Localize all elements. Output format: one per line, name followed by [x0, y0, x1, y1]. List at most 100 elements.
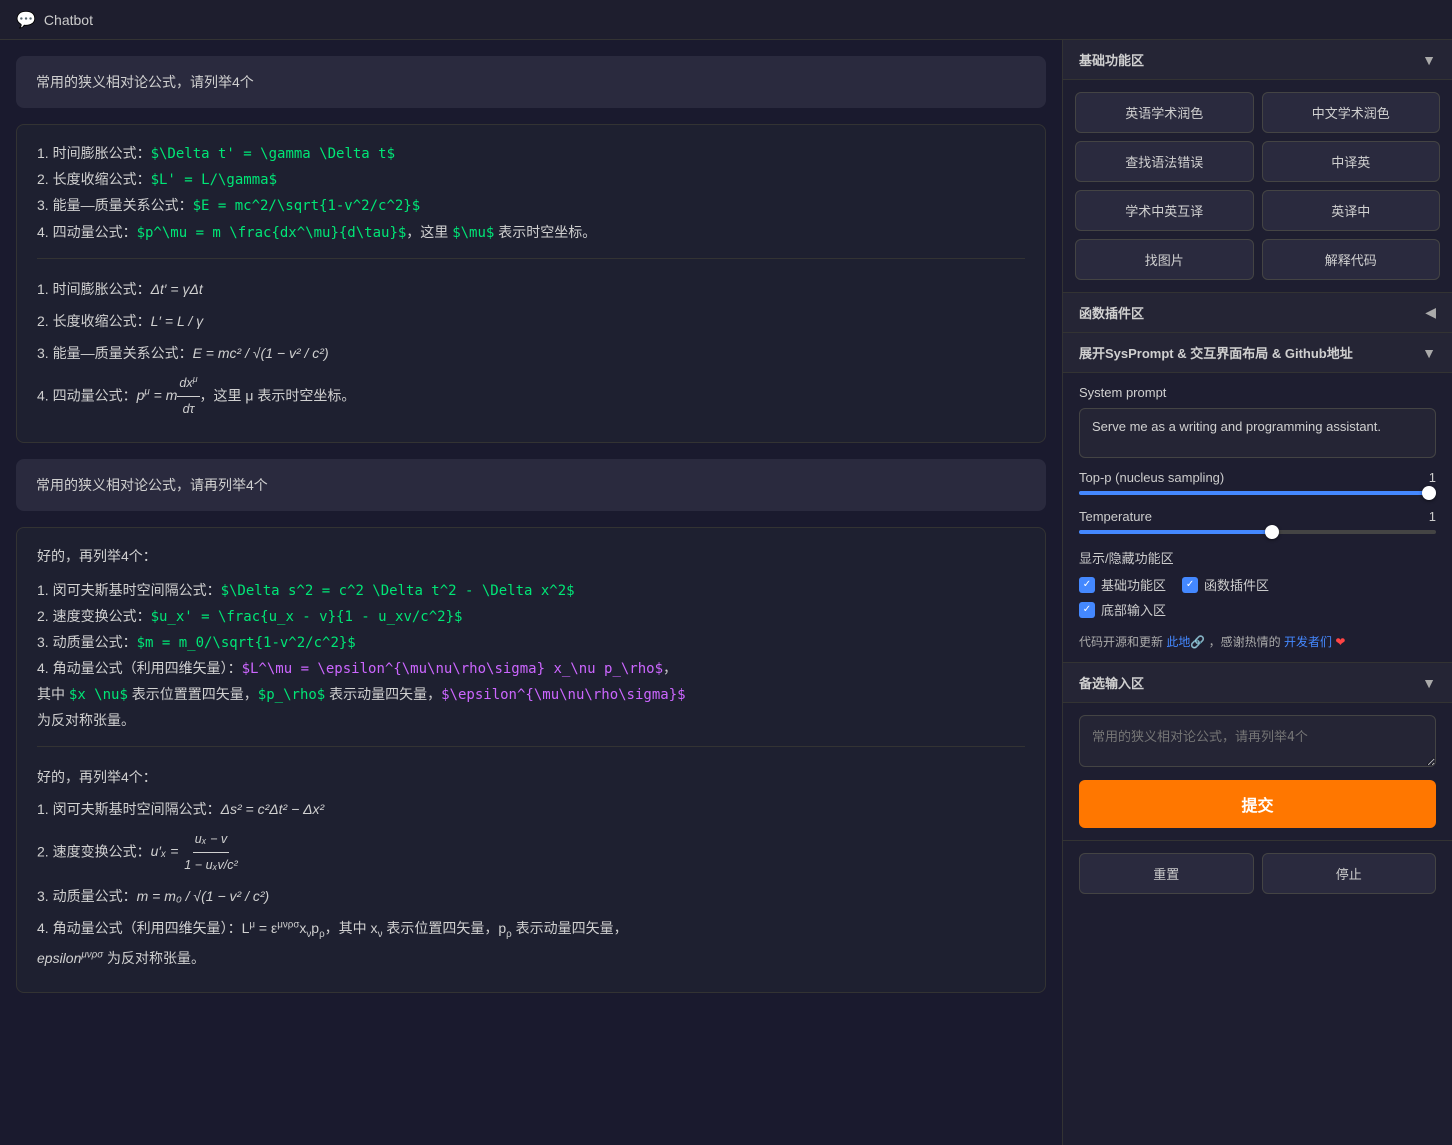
formula-green-1: $\Delta t' = \gamma \Delta t$	[151, 146, 395, 162]
footer-links: 代码开源和更新 此地🔗 ，感谢热情的 开发者们 ❤	[1079, 625, 1436, 650]
top-p-param-row: Top-p (nucleus sampling) 1	[1079, 470, 1436, 485]
btn-en-to-zh[interactable]: 英译中	[1262, 190, 1441, 231]
raw-formulas-block-1: 1. 时间膨胀公式：$\Delta t' = \gamma \Delta t$ …	[37, 141, 1025, 246]
formula-line-6: 2. 速度变换公式：$u_x' = \frac{u_x - v}{1 - u_x…	[37, 604, 1025, 630]
user-message-2-text: 常用的狭义相对论公式，请再列举4个	[36, 477, 268, 493]
checkbox-plugin-box: ✓	[1182, 577, 1198, 593]
checkbox-plugin-label: 函数插件区	[1204, 575, 1269, 594]
btn-academic-trans[interactable]: 学术中英互译	[1075, 190, 1254, 231]
basic-section-title: 基础功能区	[1079, 50, 1144, 69]
checkbox-bottom-label: 底部输入区	[1101, 600, 1166, 619]
alt-input-content: 提交	[1063, 703, 1452, 841]
btn-english-polish[interactable]: 英语学术润色	[1075, 92, 1254, 133]
reset-button[interactable]: 重置	[1079, 853, 1254, 894]
sysprompt-section-header[interactable]: 展开SysPrompt & 交互界面布局 & Github地址 ▼	[1063, 333, 1452, 373]
right-panel: 基础功能区 ▼ 英语学术润色 中文学术润色 查找语法错误 中译英 学术中英互译 …	[1062, 40, 1452, 1145]
app-title: Chatbot	[44, 12, 93, 28]
formula-green-10: $p_\rho$	[258, 687, 325, 703]
main-layout: 常用的狭义相对论公式，请列举4个 1. 时间膨胀公式：$\Delta t' = …	[0, 40, 1452, 1145]
sysprompt-section-content: System prompt Serve me as a writing and …	[1063, 373, 1452, 663]
user-message-1: 常用的狭义相对论公式，请列举4个	[16, 56, 1046, 108]
rendered-1: 1. 时间膨胀公式：Δt′ = γΔt	[37, 275, 1025, 303]
top-p-track	[1079, 491, 1436, 495]
chat-icon: 💬	[16, 10, 36, 30]
footer-devs[interactable]: 开发者们	[1284, 635, 1332, 649]
checkbox-basic[interactable]: ✓ 基础功能区	[1079, 575, 1166, 594]
formula-green-7: $u_x' = \frac{u_x - v}{1 - u_xv/c^2}$	[151, 609, 463, 625]
formula-line-4: 4. 四动量公式：$p^\mu = m \frac{dx^\mu}{d\tau}…	[37, 220, 1025, 246]
alt-input-section-header[interactable]: 备选输入区 ▼	[1063, 663, 1452, 703]
btn-zh-to-en[interactable]: 中译英	[1262, 141, 1441, 182]
top-p-value: 1	[1416, 470, 1436, 485]
checkbox-row-1: ✓ 基础功能区 ✓ 函数插件区	[1079, 575, 1436, 594]
temp-value: 1	[1416, 509, 1436, 524]
top-bar: 💬 Chatbot	[0, 0, 1452, 40]
rendered-block-2: 好的，再列举4个： 1. 闵可夫斯基时空间隔公式：Δs² = c²Δt² − Δ…	[37, 746, 1025, 973]
temp-slider[interactable]	[1079, 530, 1436, 534]
user-message-1-text: 常用的狭义相对论公式，请列举4个	[36, 74, 254, 90]
formula-line-8: 4. 角动量公式（利用四维矢量）：$L^\mu = \epsilon^{\mu\…	[37, 656, 1025, 734]
btn-explain-code[interactable]: 解释代码	[1262, 239, 1441, 280]
footer-text: 代码开源和更新	[1079, 635, 1163, 649]
bottom-buttons: 重置 停止	[1063, 841, 1452, 906]
temp-label: Temperature	[1079, 509, 1152, 524]
alt-input-textarea[interactable]	[1079, 715, 1436, 767]
plugin-section-header[interactable]: 函数插件区 ◀	[1063, 293, 1452, 333]
heart-icon: ❤	[1335, 635, 1345, 649]
show-hide-label: 显示/隐藏功能区	[1079, 548, 1436, 567]
temp-param-row: Temperature 1	[1079, 509, 1436, 524]
basic-section-arrow: ▼	[1422, 52, 1436, 68]
rendered-6: 1. 闵可夫斯基时空间隔公式：Δs² = c²Δt² − Δx²	[37, 795, 1025, 823]
assistant-message-2: 好的，再列举4个： 1. 闵可夫斯基时空间隔公式：$\Delta s^2 = c…	[16, 527, 1046, 993]
formula-line-2: 2. 长度收缩公式：$L' = L/\gamma$	[37, 167, 1025, 193]
top-p-slider[interactable]	[1079, 491, 1436, 495]
basic-section-content: 英语学术润色 中文学术润色 查找语法错误 中译英 学术中英互译 英译中 找图片 …	[1063, 80, 1452, 293]
user-message-2: 常用的狭义相对论公式，请再列举4个	[16, 459, 1046, 511]
basic-btn-grid: 英语学术润色 中文学术润色 查找语法错误 中译英 学术中英互译 英译中 找图片 …	[1075, 92, 1440, 280]
formula-purple-1: $L^\mu = \epsilon^{\mu\nu\rho\sigma} x_\…	[242, 661, 663, 677]
btn-grammar-check[interactable]: 查找语法错误	[1075, 141, 1254, 182]
checkbox-basic-box: ✓	[1079, 577, 1095, 593]
rendered-block-1: 1. 时间膨胀公式：Δt′ = γΔt 2. 长度收缩公式：L′ = L / γ…	[37, 258, 1025, 423]
checkbox-basic-label: 基础功能区	[1101, 575, 1166, 594]
formula-green-9: $x \nu$	[69, 687, 128, 703]
submit-button[interactable]: 提交	[1079, 780, 1436, 828]
btn-find-image[interactable]: 找图片	[1075, 239, 1254, 280]
plugin-section-title: 函数插件区	[1079, 303, 1144, 322]
formula-purple-2: $\epsilon^{\mu\nu\rho\sigma}$	[441, 687, 685, 703]
rendered-5: 好的，再列举4个：	[37, 763, 1025, 791]
rendered-2: 2. 长度收缩公式：L′ = L / γ	[37, 307, 1025, 335]
formula-line-3: 3. 能量—质量关系公式：$E = mc^2/\sqrt{1-v^2/c^2}$	[37, 193, 1025, 219]
formula-green-8: $m = m_0/\sqrt{1-v^2/c^2}$	[137, 635, 356, 651]
btn-chinese-polish[interactable]: 中文学术润色	[1262, 92, 1441, 133]
checkbox-bottom-box: ✓	[1079, 602, 1095, 618]
rendered-9: 4. 角动量公式（利用四维矢量）：Lμ = εμνρσxνpρ，其中 xν 表示…	[37, 914, 1025, 972]
formula-line-1: 1. 时间膨胀公式：$\Delta t' = \gamma \Delta t$	[37, 141, 1025, 167]
formula-green-5: $\mu$	[452, 225, 494, 241]
rendered-8: 3. 动质量公式：m = m₀ / √(1 − v² / c²)	[37, 882, 1025, 910]
temp-thumb	[1265, 525, 1279, 539]
checkbox-bottom[interactable]: ✓ 底部输入区	[1079, 600, 1166, 619]
top-p-label: Top-p (nucleus sampling)	[1079, 470, 1224, 485]
rendered-7: 2. 速度变换公式：u′ₓ = uₓ − v1 − uₓv/c²	[37, 827, 1025, 878]
rendered-3: 3. 能量—质量关系公式：E = mc² / √(1 − v² / c²)	[37, 339, 1025, 367]
temp-fill	[1079, 530, 1275, 534]
rendered-4: 4. 四动量公式：pμ = mdxμdτ，这里 μ 表示时空坐标。	[37, 371, 1025, 423]
assistant-intro: 好的，再列举4个：	[37, 544, 1025, 569]
formula-green-2: $L' = L/\gamma$	[151, 172, 277, 188]
checkbox-plugin[interactable]: ✓ 函数插件区	[1182, 575, 1269, 594]
assistant-message-1: 1. 时间膨胀公式：$\Delta t' = \gamma \Delta t$ …	[16, 124, 1046, 443]
sysprompt-label: System prompt	[1079, 385, 1436, 400]
basic-section-header[interactable]: 基础功能区 ▼	[1063, 40, 1452, 80]
formula-green-6: $\Delta s^2 = c^2 \Delta t^2 - \Delta x^…	[221, 583, 575, 599]
sysprompt-arrow: ▼	[1422, 345, 1436, 361]
footer-link[interactable]: 此地🔗	[1166, 635, 1205, 649]
sysprompt-value[interactable]: Serve me as a writing and programming as…	[1079, 408, 1436, 458]
chat-panel: 常用的狭义相对论公式，请列举4个 1. 时间膨胀公式：$\Delta t' = …	[0, 40, 1062, 1145]
formula-green-3: $E = mc^2/\sqrt{1-v^2/c^2}$	[193, 198, 421, 214]
sysprompt-expand-title: 展开SysPrompt & 交互界面布局 & Github地址	[1079, 343, 1353, 362]
formula-line-5: 1. 闵可夫斯基时空间隔公式：$\Delta s^2 = c^2 \Delta …	[37, 578, 1025, 604]
checkbox-row-2: ✓ 底部输入区	[1079, 600, 1436, 619]
stop-button[interactable]: 停止	[1262, 853, 1437, 894]
temp-track	[1079, 530, 1436, 534]
